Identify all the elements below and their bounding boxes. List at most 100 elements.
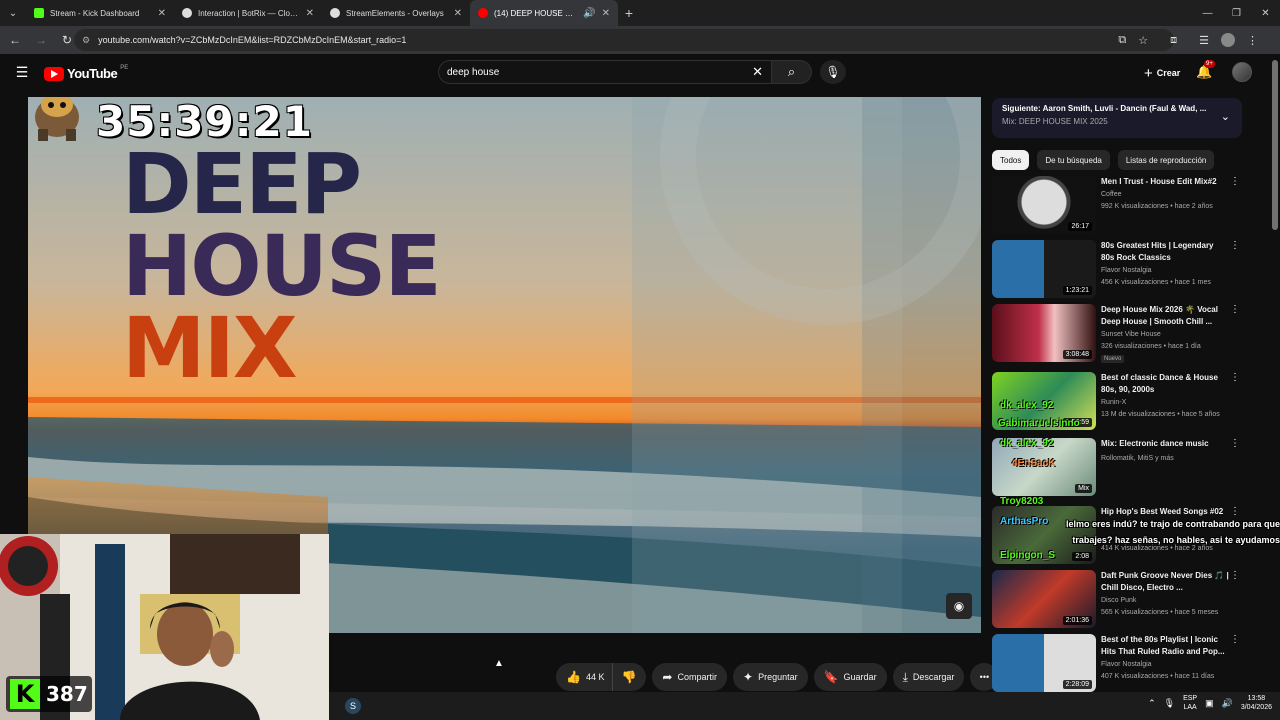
channel-name[interactable]: Flavor Nostalgia bbox=[1101, 267, 1152, 274]
close-window-icon[interactable]: ✕ bbox=[1251, 0, 1280, 26]
window-controls: — ❐ ✕ bbox=[1193, 0, 1280, 26]
save-button[interactable]: 🔖 Guardar bbox=[813, 663, 887, 691]
account-avatar[interactable] bbox=[1232, 62, 1252, 82]
clock[interactable]: 13:58 3/04/2026 bbox=[1241, 694, 1272, 712]
notifications-button[interactable]: 🔔 9+ bbox=[1196, 60, 1215, 80]
tab-search-icon[interactable]: ⌄ bbox=[0, 0, 26, 26]
channel-name[interactable]: Disco Punk bbox=[1101, 597, 1136, 604]
list-item[interactable]: 2:28:09 Best of the 80s Playlist | Iconi… bbox=[992, 634, 1242, 694]
create-label: Crear bbox=[1156, 68, 1181, 78]
chip-todos[interactable]: Todos bbox=[992, 150, 1030, 170]
channel-name[interactable]: Sunset Vibe House bbox=[1101, 331, 1161, 338]
video-thumbnail[interactable]: 1:23:21 bbox=[992, 240, 1096, 298]
speaker-icon[interactable]: 🔊 bbox=[583, 8, 595, 19]
voice-search-button[interactable]: 🎙 bbox=[820, 60, 846, 84]
more-options-icon[interactable]: ⋮ bbox=[1230, 304, 1240, 315]
video-thumbnail[interactable]: 2:01:36 bbox=[992, 570, 1096, 628]
channel-name[interactable]: Flavor Nostalgia bbox=[1101, 661, 1152, 668]
site-info-icon[interactable]: ⚙ bbox=[82, 35, 90, 46]
channel-name[interactable]: Coffee bbox=[1101, 191, 1122, 198]
video-title[interactable]: Best of classic Dance & House 80s, 90, 2… bbox=[1101, 372, 1229, 396]
install-app-icon[interactable]: ⧉ bbox=[1118, 34, 1126, 47]
download-button[interactable]: ⤓ Descargar bbox=[892, 663, 965, 691]
tab-youtube[interactable]: (14) DEEP HOUSE MIX 2025 🔊 ✕ bbox=[470, 0, 618, 26]
system-tray: ⌃ 🎙 ESP LAA ▣ 🔊 13:58 3/04/2026 bbox=[1148, 694, 1272, 712]
forward-icon[interactable]: → bbox=[30, 29, 52, 51]
overlay-username: dk_alex_92 bbox=[1000, 400, 1054, 411]
language-indicator[interactable]: ESP LAA bbox=[1183, 694, 1197, 712]
up-next-panel[interactable]: Siguiente: Aaron Smith, Luvli - Dancin (… bbox=[992, 98, 1242, 138]
video-title[interactable]: Mix: Electronic dance music bbox=[1101, 438, 1229, 450]
chip-de-tu-busqueda[interactable]: De tu búsqueda bbox=[1037, 150, 1110, 170]
bookmark-star-icon[interactable]: ☆ bbox=[1138, 34, 1148, 47]
overlay-username: 4EnSacK bbox=[1012, 458, 1056, 469]
search-input[interactable]: deep house ✕ bbox=[438, 60, 772, 84]
region-code: PE bbox=[120, 64, 129, 71]
extensions-icon[interactable]: ⧈ bbox=[1170, 34, 1177, 47]
tab-title: (14) DEEP HOUSE MIX 2025 bbox=[494, 8, 577, 18]
save-label: Guardar bbox=[843, 672, 877, 682]
tab-close-icon[interactable]: ✕ bbox=[306, 8, 314, 19]
video-title[interactable]: Men I Trust - House Edit Mix#2 bbox=[1101, 176, 1229, 188]
list-item[interactable]: 26:17 Men I Trust - House Edit Mix#2 Cof… bbox=[992, 176, 1242, 236]
dislike-button[interactable]: 👎 bbox=[613, 663, 647, 691]
video-title[interactable]: Deep House Mix 2026 🌴 Vocal Deep House |… bbox=[1101, 304, 1229, 328]
more-options-icon[interactable]: ⋮ bbox=[1230, 438, 1240, 449]
chevron-down-icon[interactable]: ⌄ bbox=[1221, 110, 1230, 123]
like-button[interactable]: 👍 44 K bbox=[556, 663, 614, 691]
search-button[interactable]: ⌕ bbox=[772, 60, 812, 84]
create-button[interactable]: + Crear bbox=[1136, 62, 1188, 84]
up-next-title: Siguiente: Aaron Smith, Luvli - Dancin (… bbox=[1002, 104, 1207, 113]
menu-hamburger-icon[interactable]: ☰ bbox=[14, 64, 30, 80]
video-title[interactable]: 80s Greatest Hits | Legendary 80s Rock C… bbox=[1101, 240, 1229, 264]
video-title[interactable]: Daft Punk Groove Never Dies 🎵 | Chill Di… bbox=[1101, 570, 1229, 594]
tab-close-icon[interactable]: ✕ bbox=[158, 8, 166, 19]
tab-botrix[interactable]: Interaction | BotRix — Cloud St ✕ bbox=[174, 0, 322, 26]
page-scrollbar[interactable] bbox=[1272, 60, 1278, 230]
kick-logo-icon: K bbox=[10, 679, 40, 709]
tab-close-icon[interactable]: ✕ bbox=[602, 8, 610, 19]
tab-streamelements[interactable]: StreamElements - Overlays ✕ bbox=[322, 0, 470, 26]
minimize-icon[interactable]: — bbox=[1193, 0, 1222, 26]
youtube-logo[interactable]: YouTube PE bbox=[44, 64, 129, 81]
more-options-icon[interactable]: ⋮ bbox=[1230, 372, 1240, 383]
more-options-icon[interactable]: ⋮ bbox=[1230, 240, 1240, 251]
search-query[interactable]: deep house bbox=[447, 67, 752, 78]
video-thumbnail[interactable]: 26:17 bbox=[992, 176, 1096, 234]
video-thumbnail[interactable]: 3:08:48 bbox=[992, 304, 1096, 362]
mic-tray-icon[interactable]: 🎙 bbox=[1164, 698, 1175, 709]
list-item[interactable]: 1:23:21 80s Greatest Hits | Legendary 80… bbox=[992, 240, 1242, 300]
clear-search-icon[interactable]: ✕ bbox=[752, 64, 763, 80]
steam-icon[interactable]: S bbox=[345, 698, 361, 714]
more-options-icon[interactable]: ⋮ bbox=[1230, 634, 1240, 645]
back-icon[interactable]: ← bbox=[4, 29, 26, 51]
chip-listas[interactable]: Listas de reproducción bbox=[1117, 150, 1215, 170]
more-options-icon[interactable]: ⋮ bbox=[1230, 570, 1240, 581]
share-button[interactable]: ➦ Compartir bbox=[652, 663, 727, 691]
profile-avatar[interactable] bbox=[1221, 33, 1235, 47]
mouse-cursor-icon: ▲ bbox=[494, 658, 504, 669]
tab-close-icon[interactable]: ✕ bbox=[454, 8, 462, 19]
list-item[interactable]: 3:08:48 Deep House Mix 2026 🌴 Vocal Deep… bbox=[992, 304, 1242, 364]
maximize-icon[interactable]: ❐ bbox=[1222, 0, 1251, 26]
channel-name[interactable]: Rollomatik, MitiS y más bbox=[1101, 455, 1174, 462]
channel-watermark-icon[interactable]: ◉ bbox=[946, 593, 972, 619]
address-bar[interactable]: ⚙ youtube.com/watch?v=ZCbMzDcInEM&list=R… bbox=[74, 29, 1174, 51]
more-options-icon[interactable]: ⋮ bbox=[1230, 176, 1240, 187]
url-text[interactable]: youtube.com/watch?v=ZCbMzDcInEM&list=RDZ… bbox=[98, 35, 406, 45]
channel-name[interactable]: Runin-X bbox=[1101, 399, 1126, 406]
video-thumbnail[interactable]: 2:28:09 bbox=[992, 634, 1096, 692]
thumbs-up-icon: 👍 bbox=[566, 670, 581, 684]
chevron-up-icon[interactable]: ⌃ bbox=[1148, 698, 1156, 709]
volume-icon[interactable]: 🔊 bbox=[1222, 698, 1233, 709]
video-title[interactable]: Best of the 80s Playlist | Iconic Hits T… bbox=[1101, 634, 1229, 658]
ask-button[interactable]: ✦ Preguntar bbox=[733, 663, 808, 691]
share-label: Compartir bbox=[677, 672, 717, 682]
network-icon[interactable]: ▣ bbox=[1205, 698, 1214, 709]
list-item[interactable]: 2:01:36 Daft Punk Groove Never Dies 🎵 | … bbox=[992, 570, 1242, 630]
new-tab-button[interactable]: + bbox=[618, 0, 640, 26]
menu-dots-icon[interactable]: ⋮ bbox=[1247, 34, 1258, 47]
tab-kick-dashboard[interactable]: Stream - Kick Dashboard ✕ bbox=[26, 0, 174, 26]
tab-title: Stream - Kick Dashboard bbox=[50, 8, 140, 18]
tab-groups-icon[interactable]: ☰ bbox=[1199, 34, 1209, 47]
